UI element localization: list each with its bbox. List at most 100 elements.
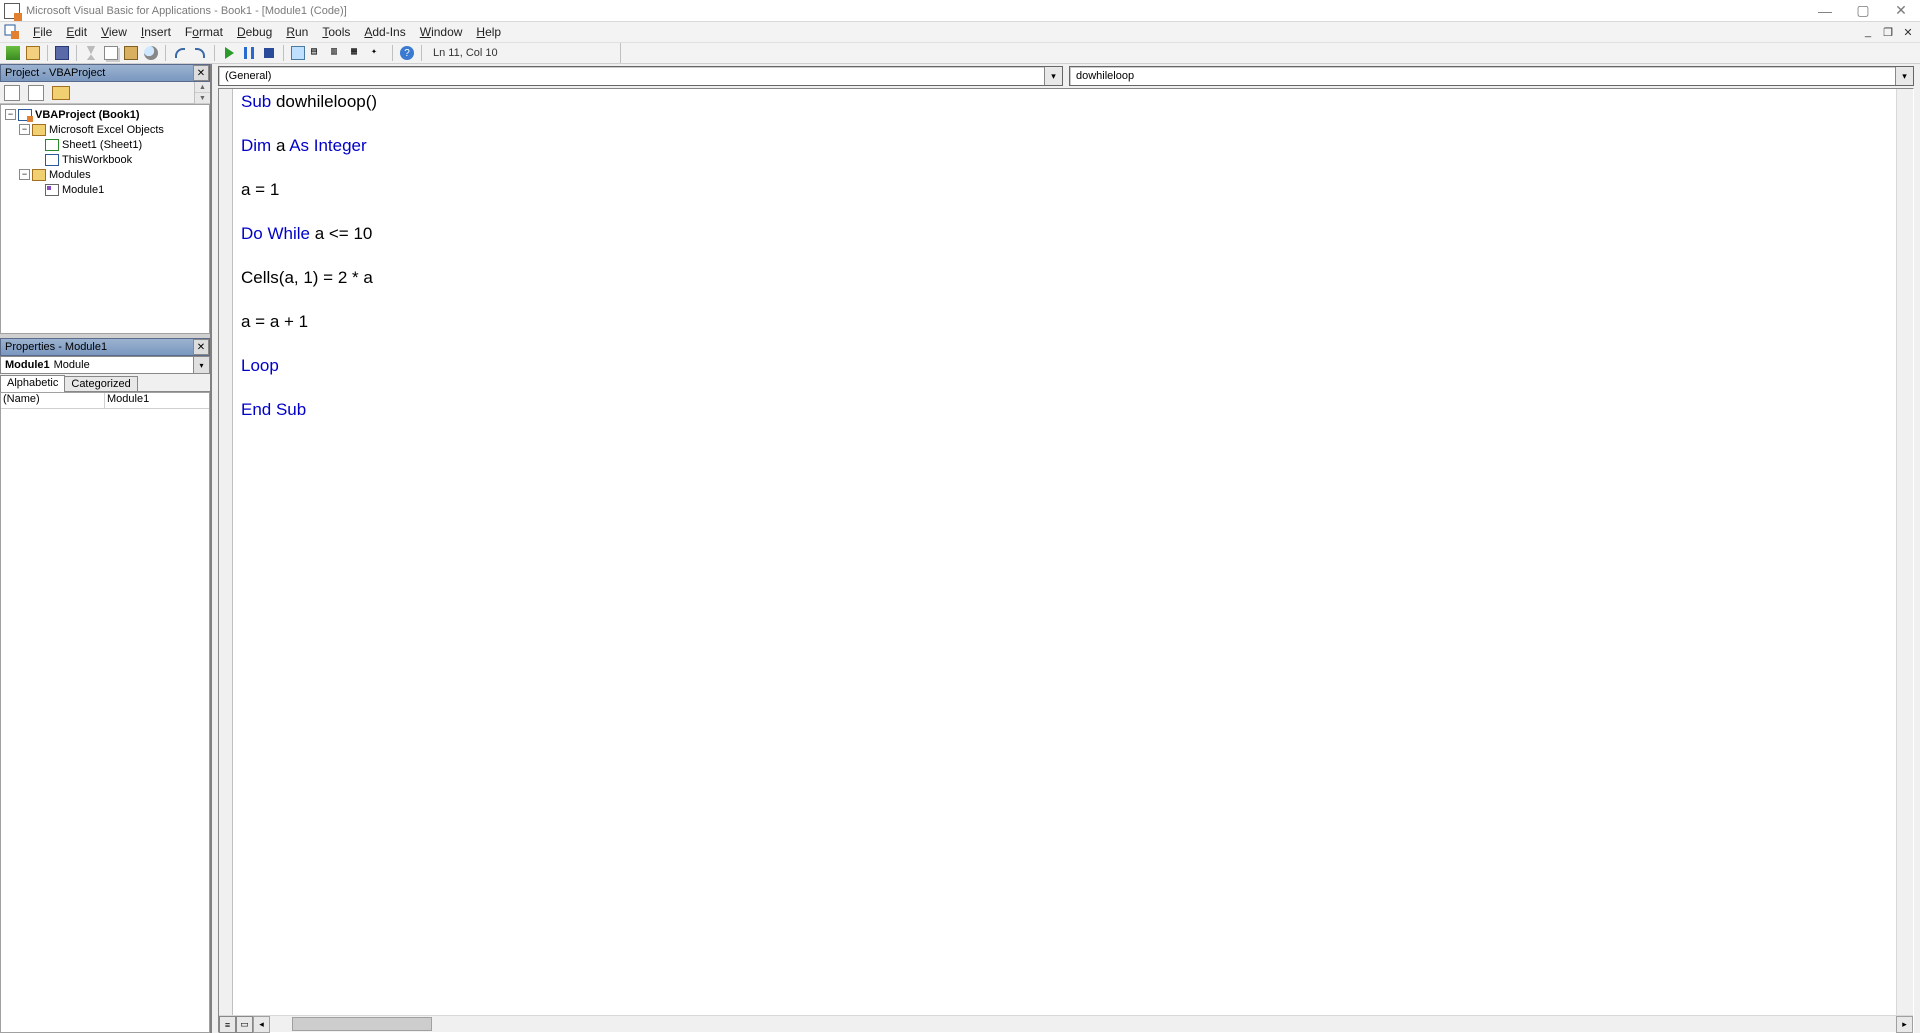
project-panel-header[interactable]: Project - VBAProject ✕ bbox=[0, 64, 210, 82]
vertical-scrollbar[interactable] bbox=[1896, 89, 1913, 1015]
redo-button[interactable] bbox=[191, 44, 209, 62]
app-icon bbox=[4, 3, 20, 19]
copy-icon bbox=[104, 46, 118, 60]
menu-file[interactable]: File bbox=[26, 24, 59, 40]
tab-alphabetic[interactable]: Alphabetic bbox=[0, 375, 65, 392]
excel-icon bbox=[6, 46, 20, 60]
scroll-thumb[interactable] bbox=[292, 1017, 432, 1031]
project-toolbar-scroll[interactable]: ▲▼ bbox=[194, 82, 210, 104]
run-icon bbox=[225, 47, 234, 59]
menu-insert[interactable]: Insert bbox=[134, 24, 178, 40]
code-editor[interactable]: Sub dowhileloop() Dim a As Integer a = 1… bbox=[233, 89, 1896, 1015]
project-icon bbox=[18, 109, 32, 121]
menu-window[interactable]: Window bbox=[413, 24, 470, 40]
toolbox-button[interactable]: ✦ bbox=[369, 44, 387, 62]
object-browser-button[interactable]: ▦ bbox=[349, 44, 367, 62]
full-module-view-button[interactable]: ▭ bbox=[236, 1016, 253, 1033]
mdi-close-button[interactable]: ✕ bbox=[1900, 24, 1916, 40]
close-button[interactable]: ✕ bbox=[1882, 0, 1920, 22]
project-explorer-icon: ▤ bbox=[311, 46, 325, 60]
folder-icon bbox=[32, 169, 46, 181]
collapse-icon[interactable]: − bbox=[19, 169, 30, 180]
reset-button[interactable] bbox=[260, 44, 278, 62]
run-button[interactable] bbox=[220, 44, 238, 62]
properties-panel-close-button[interactable]: ✕ bbox=[193, 339, 209, 355]
save-icon bbox=[55, 46, 69, 60]
property-row-name[interactable]: (Name) Module1 bbox=[1, 393, 209, 409]
tree-node-thisworkbook[interactable]: ThisWorkbook bbox=[3, 152, 207, 167]
project-tree[interactable]: − VBAProject (Book1) − Microsoft Excel O… bbox=[0, 104, 210, 334]
menu-format[interactable]: Format bbox=[178, 24, 230, 40]
properties-panel-header[interactable]: Properties - Module1 ✕ bbox=[0, 338, 210, 356]
titlebar: Microsoft Visual Basic for Applications … bbox=[0, 0, 1920, 22]
design-mode-button[interactable] bbox=[289, 44, 307, 62]
undo-button[interactable] bbox=[171, 44, 189, 62]
properties-icon: ▥ bbox=[331, 46, 345, 60]
tree-node-sheet1[interactable]: Sheet1 (Sheet1) bbox=[3, 137, 207, 152]
tree-node-modules[interactable]: − Modules bbox=[3, 167, 207, 182]
mdi-minimize-button[interactable]: _ bbox=[1860, 24, 1876, 40]
toolbar: ▤ ▥ ▦ ✦ ? Ln 11, Col 10 bbox=[0, 42, 1920, 64]
mdi-restore-button[interactable]: ❐ bbox=[1880, 24, 1896, 40]
insert-button[interactable] bbox=[24, 44, 42, 62]
save-button[interactable] bbox=[53, 44, 71, 62]
chevron-down-icon[interactable]: ▾ bbox=[1044, 67, 1062, 85]
object-combo[interactable]: (General) ▾ bbox=[218, 66, 1063, 86]
toggle-folders-button[interactable] bbox=[52, 86, 70, 100]
scroll-left-button[interactable]: ◂ bbox=[253, 1016, 270, 1033]
menu-addins[interactable]: Add-Ins bbox=[357, 24, 412, 40]
collapse-icon[interactable]: − bbox=[5, 109, 16, 120]
menu-view[interactable]: View bbox=[94, 24, 134, 40]
properties-tabs: Alphabetic Categorized bbox=[0, 374, 210, 392]
toolbox-icon: ✦ bbox=[371, 46, 385, 60]
code-margin[interactable] bbox=[219, 89, 233, 1015]
cursor-position: Ln 11, Col 10 bbox=[433, 47, 498, 59]
menu-debug[interactable]: Debug bbox=[230, 24, 279, 40]
module-icon bbox=[45, 184, 59, 196]
folder-icon bbox=[32, 124, 46, 136]
maximize-button[interactable]: ▢ bbox=[1844, 0, 1882, 22]
menu-help[interactable]: Help bbox=[469, 24, 508, 40]
menu-run[interactable]: Run bbox=[279, 24, 315, 40]
undo-icon bbox=[175, 48, 185, 58]
tree-node-excel-objects[interactable]: − Microsoft Excel Objects bbox=[3, 122, 207, 137]
vba-icon bbox=[4, 24, 20, 40]
minimize-button[interactable]: — bbox=[1806, 0, 1844, 22]
find-button[interactable] bbox=[142, 44, 160, 62]
properties-object-combo[interactable]: Module1 Module ▾ bbox=[0, 356, 210, 374]
paste-button[interactable] bbox=[122, 44, 140, 62]
workbook-icon bbox=[45, 154, 59, 166]
properties-grid[interactable]: (Name) Module1 bbox=[0, 392, 210, 1033]
sheet-icon bbox=[45, 139, 59, 151]
view-object-button[interactable] bbox=[28, 85, 44, 101]
break-button[interactable] bbox=[240, 44, 258, 62]
chevron-down-icon[interactable]: ▾ bbox=[193, 357, 209, 373]
properties-window-button[interactable]: ▥ bbox=[329, 44, 347, 62]
procedure-view-button[interactable]: ≡ bbox=[219, 1016, 236, 1033]
menu-tools[interactable]: Tools bbox=[315, 24, 357, 40]
cut-button[interactable] bbox=[82, 44, 100, 62]
form-icon bbox=[26, 46, 40, 60]
help-icon: ? bbox=[400, 46, 414, 60]
help-button[interactable]: ? bbox=[398, 44, 416, 62]
toolbar-grip[interactable] bbox=[620, 43, 628, 63]
tree-node-module1[interactable]: Module1 bbox=[3, 182, 207, 197]
tab-categorized[interactable]: Categorized bbox=[64, 376, 137, 391]
copy-button[interactable] bbox=[102, 44, 120, 62]
view-code-button[interactable] bbox=[4, 85, 20, 101]
project-toolbar: ▲▼ bbox=[0, 82, 210, 104]
reset-icon bbox=[264, 48, 274, 58]
horizontal-scrollbar[interactable] bbox=[272, 1016, 1896, 1032]
menu-edit[interactable]: Edit bbox=[59, 24, 94, 40]
view-excel-button[interactable] bbox=[4, 44, 22, 62]
collapse-icon[interactable]: − bbox=[19, 124, 30, 135]
scroll-right-button[interactable]: ▸ bbox=[1896, 1016, 1913, 1033]
window-title: Microsoft Visual Basic for Applications … bbox=[24, 5, 1806, 17]
project-explorer-button[interactable]: ▤ bbox=[309, 44, 327, 62]
project-panel-close-button[interactable]: ✕ bbox=[193, 65, 209, 81]
property-value[interactable]: Module1 bbox=[105, 393, 209, 408]
tree-node-vbaproject[interactable]: − VBAProject (Book1) bbox=[3, 107, 207, 122]
chevron-down-icon[interactable]: ▾ bbox=[1895, 67, 1913, 85]
design-icon bbox=[291, 46, 305, 60]
procedure-combo[interactable]: dowhileloop ▾ bbox=[1069, 66, 1914, 86]
